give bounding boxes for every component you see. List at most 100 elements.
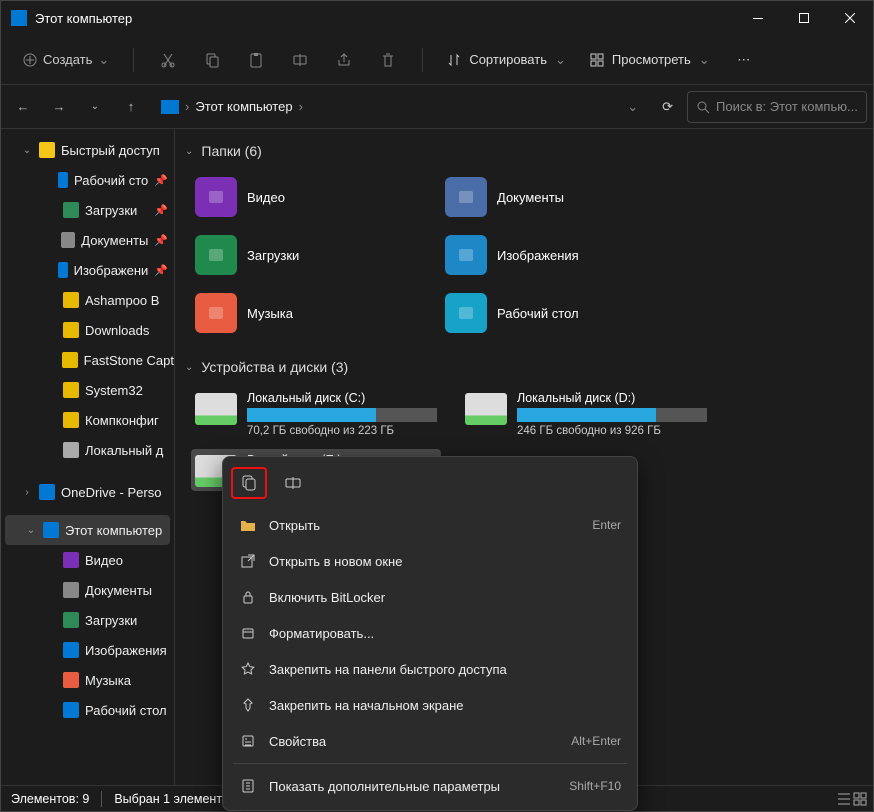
folder-icon (39, 142, 55, 158)
folder-item[interactable]: Изображения (441, 229, 681, 281)
copy-button[interactable] (192, 42, 232, 78)
cut-icon (160, 52, 176, 68)
refresh-icon[interactable]: ⟳ (662, 99, 673, 115)
cut-button[interactable] (148, 42, 188, 78)
folder-item[interactable]: Музыка (191, 287, 431, 339)
drive-free-text: 70,2 ГБ свободно из 223 ГБ (247, 425, 437, 437)
folder-icon (63, 642, 79, 658)
address-bar[interactable]: › Этот компьютер › ⌄ ⟳ (155, 91, 679, 123)
breadcrumb[interactable]: Этот компьютер (195, 99, 292, 114)
details-view-button[interactable] (837, 792, 851, 806)
context-item[interactable]: Открыть Enter (229, 507, 631, 543)
titlebar: Этот компьютер (1, 1, 873, 35)
maximize-button[interactable] (781, 1, 827, 35)
back-button[interactable]: ← (7, 91, 39, 123)
context-item[interactable]: Свойства Alt+Enter (229, 723, 631, 759)
folder-icon (445, 235, 487, 275)
drive-item[interactable]: Локальный диск (C:) 70,2 ГБ свободно из … (191, 387, 441, 441)
context-shortcut: Enter (592, 518, 621, 532)
sidebar-item[interactable]: Документы 📌 (1, 225, 174, 255)
more-button[interactable]: ⋯ (724, 42, 764, 78)
folder-icon (445, 177, 487, 217)
sidebar-item[interactable]: Компконфиг (1, 405, 174, 435)
sidebar-this-pc[interactable]: ⌄ Этот компьютер (5, 515, 170, 545)
share-button[interactable] (324, 42, 364, 78)
more-icon (239, 779, 257, 793)
copy-icon (204, 52, 220, 68)
minimize-button[interactable] (735, 1, 781, 35)
sidebar-item[interactable]: Ashampoo В (1, 285, 174, 315)
sidebar-item-label: Компконфиг (85, 413, 159, 428)
sidebar-item[interactable]: FastStone Capt (1, 345, 174, 375)
context-item[interactable]: Открыть в новом окне (229, 543, 631, 579)
sidebar-item-label: Изображения (85, 643, 167, 658)
context-more-options[interactable]: Показать дополнительные параметры Shift+… (229, 768, 631, 804)
sidebar-item[interactable]: Изображения (1, 635, 174, 665)
folders-header[interactable]: ⌄Папки (6) (185, 137, 863, 165)
recent-button[interactable]: ⌄ (79, 91, 111, 123)
icons-view-button[interactable] (853, 792, 867, 806)
folder-item[interactable]: Документы (441, 171, 681, 223)
pin-icon: 📌 (154, 204, 168, 217)
sidebar-item-label: Быстрый доступ (61, 143, 160, 158)
sidebar-item[interactable]: Локальный д (1, 435, 174, 465)
sidebar-item[interactable]: Изображени 📌 (1, 255, 174, 285)
sidebar-item-label: Рабочий сто (74, 173, 148, 188)
folder-item[interactable]: Загрузки (191, 229, 431, 281)
sidebar-item[interactable]: Документы (1, 575, 174, 605)
sidebar-item[interactable]: Downloads (1, 315, 174, 345)
context-copy-button[interactable] (231, 467, 267, 499)
folder-item[interactable]: Рабочий стол (441, 287, 681, 339)
folder-icon (63, 202, 79, 218)
drives-header[interactable]: ⌄Устройства и диски (3) (185, 353, 863, 381)
drive-title: Локальный диск (C:) (247, 391, 437, 405)
up-button[interactable]: ↑ (115, 91, 147, 123)
delete-button[interactable] (368, 42, 408, 78)
properties-icon (239, 734, 257, 748)
context-rename-button[interactable] (275, 467, 311, 499)
sidebar-onedrive[interactable]: › OneDrive - Perso (1, 477, 174, 507)
drive-usage-bar (247, 408, 437, 422)
chevron-down-icon[interactable]: ⌄ (627, 99, 638, 115)
sidebar: ⌄ Быстрый доступ Рабочий сто 📌 Загрузки … (1, 129, 175, 785)
sidebar-item[interactable]: Загрузки (1, 605, 174, 635)
forward-button[interactable]: → (43, 91, 75, 123)
search-icon (696, 100, 710, 114)
paste-button[interactable] (236, 42, 276, 78)
sidebar-item[interactable]: System32 (1, 375, 174, 405)
sidebar-item-label: Этот компьютер (65, 523, 162, 538)
search-input[interactable]: Поиск в: Этот компью... (687, 91, 867, 123)
folder-icon (63, 552, 79, 568)
sidebar-quick-access[interactable]: ⌄ Быстрый доступ (1, 135, 174, 165)
chevron-icon: ⌄ (21, 145, 33, 156)
folder-icon (39, 484, 55, 500)
view-button[interactable]: Просмотреть ⌄ (580, 46, 720, 74)
close-button[interactable] (827, 1, 873, 35)
sidebar-item[interactable]: Рабочий сто 📌 (1, 165, 174, 195)
context-label: Закрепить на панели быстрого доступа (269, 662, 507, 677)
sort-button[interactable]: Сортировать ⌄ (437, 46, 576, 74)
folder-icon (63, 442, 79, 458)
folder-label: Видео (247, 190, 285, 205)
window-title: Этот компьютер (35, 11, 735, 26)
drive-item[interactable]: Локальный диск (D:) 246 ГБ свободно из 9… (461, 387, 711, 441)
pin-icon: 📌 (154, 264, 168, 277)
sidebar-item[interactable]: Рабочий стол (1, 695, 174, 725)
context-item[interactable]: Закрепить на начальном экране (229, 687, 631, 723)
rename-button[interactable] (280, 42, 320, 78)
context-item[interactable]: Форматировать... (229, 615, 631, 651)
sidebar-item[interactable]: Видео (1, 545, 174, 575)
sidebar-item[interactable]: Загрузки 📌 (1, 195, 174, 225)
sidebar-item[interactable]: Музыка (1, 665, 174, 695)
context-item[interactable]: Включить BitLocker (229, 579, 631, 615)
context-item[interactable]: Закрепить на панели быстрого доступа (229, 651, 631, 687)
chevron-icon: › (21, 487, 33, 498)
rename-icon (292, 52, 308, 68)
sidebar-item-label: Загрузки (85, 613, 137, 628)
sidebar-item-label: FastStone Capt (84, 353, 174, 368)
context-label: Форматировать... (269, 626, 374, 641)
drive-title: Локальный диск (D:) (517, 391, 707, 405)
folder-icon (63, 612, 79, 628)
folder-item[interactable]: Видео (191, 171, 431, 223)
new-button[interactable]: Создать ⌄ (13, 46, 119, 74)
